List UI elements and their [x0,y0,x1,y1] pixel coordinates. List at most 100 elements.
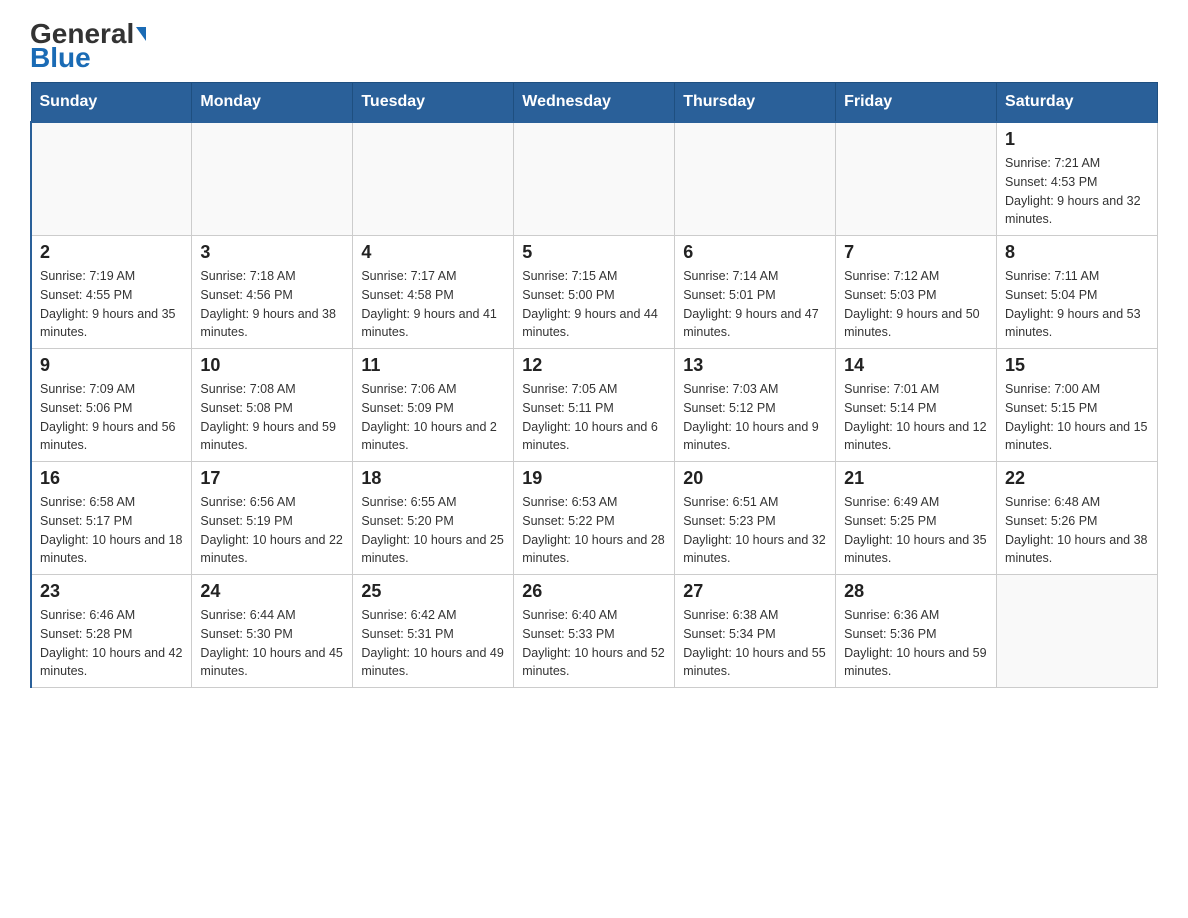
day-info: Sunrise: 6:36 AMSunset: 5:36 PMDaylight:… [844,606,988,681]
calendar-cell: 4 Sunrise: 7:17 AMSunset: 4:58 PMDaylight… [353,236,514,349]
calendar-cell: 1 Sunrise: 7:21 AMSunset: 4:53 PMDaylight… [997,122,1158,236]
day-number: 9 [40,355,183,376]
calendar-cell: 21 Sunrise: 6:49 AMSunset: 5:25 PMDayligh… [836,462,997,575]
calendar-cell: 20Sunrise: 6:51 AMSunset: 5:23 PMDayligh… [675,462,836,575]
day-number: 28 [844,581,988,602]
day-number: 4 [361,242,505,263]
calendar-cell: 23 Sunrise: 6:46 AMSunset: 5:28 PMDayligh… [31,575,192,688]
day-info: Sunrise: 7:19 AMSunset: 4:55 PMDaylight:… [40,267,183,342]
calendar-cell: 7Sunrise: 7:12 AMSunset: 5:03 PMDaylight… [836,236,997,349]
calendar-table: SundayMondayTuesdayWednesdayThursdayFrid… [30,82,1158,688]
calendar-cell: 10 Sunrise: 7:08 AMSunset: 5:08 PMDayligh… [192,349,353,462]
day-info: Sunrise: 6:42 AMSunset: 5:31 PMDaylight:… [361,606,505,681]
calendar-cell: 6 Sunrise: 7:14 AMSunset: 5:01 PMDaylight… [675,236,836,349]
day-number: 27 [683,581,827,602]
calendar-cell: 12 Sunrise: 7:05 AMSunset: 5:11 PMDayligh… [514,349,675,462]
day-info: Sunrise: 6:44 AMSunset: 5:30 PMDaylight:… [200,606,344,681]
day-info: Sunrise: 6:48 AMSunset: 5:26 PMDaylight:… [1005,493,1149,568]
calendar-cell [997,575,1158,688]
day-info: Sunrise: 7:01 AMSunset: 5:14 PMDaylight:… [844,380,988,455]
day-info: Sunrise: 6:53 AMSunset: 5:22 PMDaylight:… [522,493,666,568]
day-number: 1 [1005,129,1149,150]
day-info: Sunrise: 7:06 AMSunset: 5:09 PMDaylight:… [361,380,505,455]
calendar-cell: 5 Sunrise: 7:15 AMSunset: 5:00 PMDaylight… [514,236,675,349]
day-info: Sunrise: 7:15 AMSunset: 5:00 PMDaylight:… [522,267,666,342]
day-number: 5 [522,242,666,263]
day-number: 8 [1005,242,1149,263]
day-info: Sunrise: 6:55 AMSunset: 5:20 PMDaylight:… [361,493,505,568]
day-info: Sunrise: 6:40 AMSunset: 5:33 PMDaylight:… [522,606,666,681]
day-number: 2 [40,242,183,263]
day-number: 25 [361,581,505,602]
day-number: 24 [200,581,344,602]
calendar-cell: 18 Sunrise: 6:55 AMSunset: 5:20 PMDayligh… [353,462,514,575]
weekday-header-row: SundayMondayTuesdayWednesdayThursdayFrid… [31,83,1158,123]
day-number: 19 [522,468,666,489]
day-info: Sunrise: 6:56 AMSunset: 5:19 PMDaylight:… [200,493,344,568]
calendar-cell: 13 Sunrise: 7:03 AMSunset: 5:12 PMDayligh… [675,349,836,462]
calendar-week-row: 16 Sunrise: 6:58 AMSunset: 5:17 PMDayligh… [31,462,1158,575]
day-number: 17 [200,468,344,489]
calendar-cell: 24 Sunrise: 6:44 AMSunset: 5:30 PMDayligh… [192,575,353,688]
day-info: Sunrise: 6:49 AMSunset: 5:25 PMDaylight:… [844,493,988,568]
day-info: Sunrise: 7:03 AMSunset: 5:12 PMDaylight:… [683,380,827,455]
logo-sub: Blue [30,44,91,72]
calendar-cell: 15 Sunrise: 7:00 AMSunset: 5:15 PMDayligh… [997,349,1158,462]
day-number: 10 [200,355,344,376]
calendar-body: 1 Sunrise: 7:21 AMSunset: 4:53 PMDaylight… [31,122,1158,688]
day-number: 26 [522,581,666,602]
calendar-week-row: 1 Sunrise: 7:21 AMSunset: 4:53 PMDaylight… [31,122,1158,236]
day-number: 3 [200,242,344,263]
day-info: Sunrise: 7:14 AMSunset: 5:01 PMDaylight:… [683,267,827,342]
weekday-header-monday: Monday [192,83,353,123]
day-number: 12 [522,355,666,376]
day-number: 15 [1005,355,1149,376]
calendar-week-row: 23 Sunrise: 6:46 AMSunset: 5:28 PMDayligh… [31,575,1158,688]
day-info: Sunrise: 6:58 AMSunset: 5:17 PMDaylight:… [40,493,183,568]
day-info: Sunrise: 6:51 AMSunset: 5:23 PMDaylight:… [683,493,827,568]
day-info: Sunrise: 7:00 AMSunset: 5:15 PMDaylight:… [1005,380,1149,455]
day-number: 13 [683,355,827,376]
weekday-header-thursday: Thursday [675,83,836,123]
day-number: 11 [361,355,505,376]
calendar-cell: 25 Sunrise: 6:42 AMSunset: 5:31 PMDayligh… [353,575,514,688]
calendar-cell: 9 Sunrise: 7:09 AMSunset: 5:06 PMDaylight… [31,349,192,462]
day-info: Sunrise: 7:05 AMSunset: 5:11 PMDaylight:… [522,380,666,455]
day-number: 7 [844,242,988,263]
weekday-header-sunday: Sunday [31,83,192,123]
calendar-cell: 17 Sunrise: 6:56 AMSunset: 5:19 PMDayligh… [192,462,353,575]
logo: General Blue [30,20,146,72]
day-info: Sunrise: 6:46 AMSunset: 5:28 PMDaylight:… [40,606,183,681]
day-number: 14 [844,355,988,376]
day-info: Sunrise: 7:08 AMSunset: 5:08 PMDaylight:… [200,380,344,455]
calendar-cell: 16 Sunrise: 6:58 AMSunset: 5:17 PMDayligh… [31,462,192,575]
weekday-header-wednesday: Wednesday [514,83,675,123]
day-info: Sunrise: 7:17 AMSunset: 4:58 PMDaylight:… [361,267,505,342]
calendar-cell [836,122,997,236]
calendar-cell [192,122,353,236]
day-info: Sunrise: 6:38 AMSunset: 5:34 PMDaylight:… [683,606,827,681]
calendar-cell: 11 Sunrise: 7:06 AMSunset: 5:09 PMDayligh… [353,349,514,462]
weekday-header-tuesday: Tuesday [353,83,514,123]
calendar-cell: 26 Sunrise: 6:40 AMSunset: 5:33 PMDayligh… [514,575,675,688]
calendar-cell: 14 Sunrise: 7:01 AMSunset: 5:14 PMDayligh… [836,349,997,462]
day-info: Sunrise: 7:09 AMSunset: 5:06 PMDaylight:… [40,380,183,455]
day-number: 18 [361,468,505,489]
day-info: Sunrise: 7:11 AMSunset: 5:04 PMDaylight:… [1005,267,1149,342]
calendar-cell: 3Sunrise: 7:18 AMSunset: 4:56 PMDaylight… [192,236,353,349]
calendar-cell: 22Sunrise: 6:48 AMSunset: 5:26 PMDayligh… [997,462,1158,575]
logo-triangle-icon [136,27,146,41]
day-number: 23 [40,581,183,602]
calendar-cell: 19 Sunrise: 6:53 AMSunset: 5:22 PMDayligh… [514,462,675,575]
day-info: Sunrise: 7:21 AMSunset: 4:53 PMDaylight:… [1005,154,1149,229]
day-number: 16 [40,468,183,489]
calendar-cell [514,122,675,236]
calendar-cell: 28 Sunrise: 6:36 AMSunset: 5:36 PMDayligh… [836,575,997,688]
calendar-cell: 8 Sunrise: 7:11 AMSunset: 5:04 PMDaylight… [997,236,1158,349]
day-number: 21 [844,468,988,489]
weekday-header-friday: Friday [836,83,997,123]
day-number: 6 [683,242,827,263]
calendar-cell [675,122,836,236]
weekday-header-saturday: Saturday [997,83,1158,123]
calendar-cell [31,122,192,236]
